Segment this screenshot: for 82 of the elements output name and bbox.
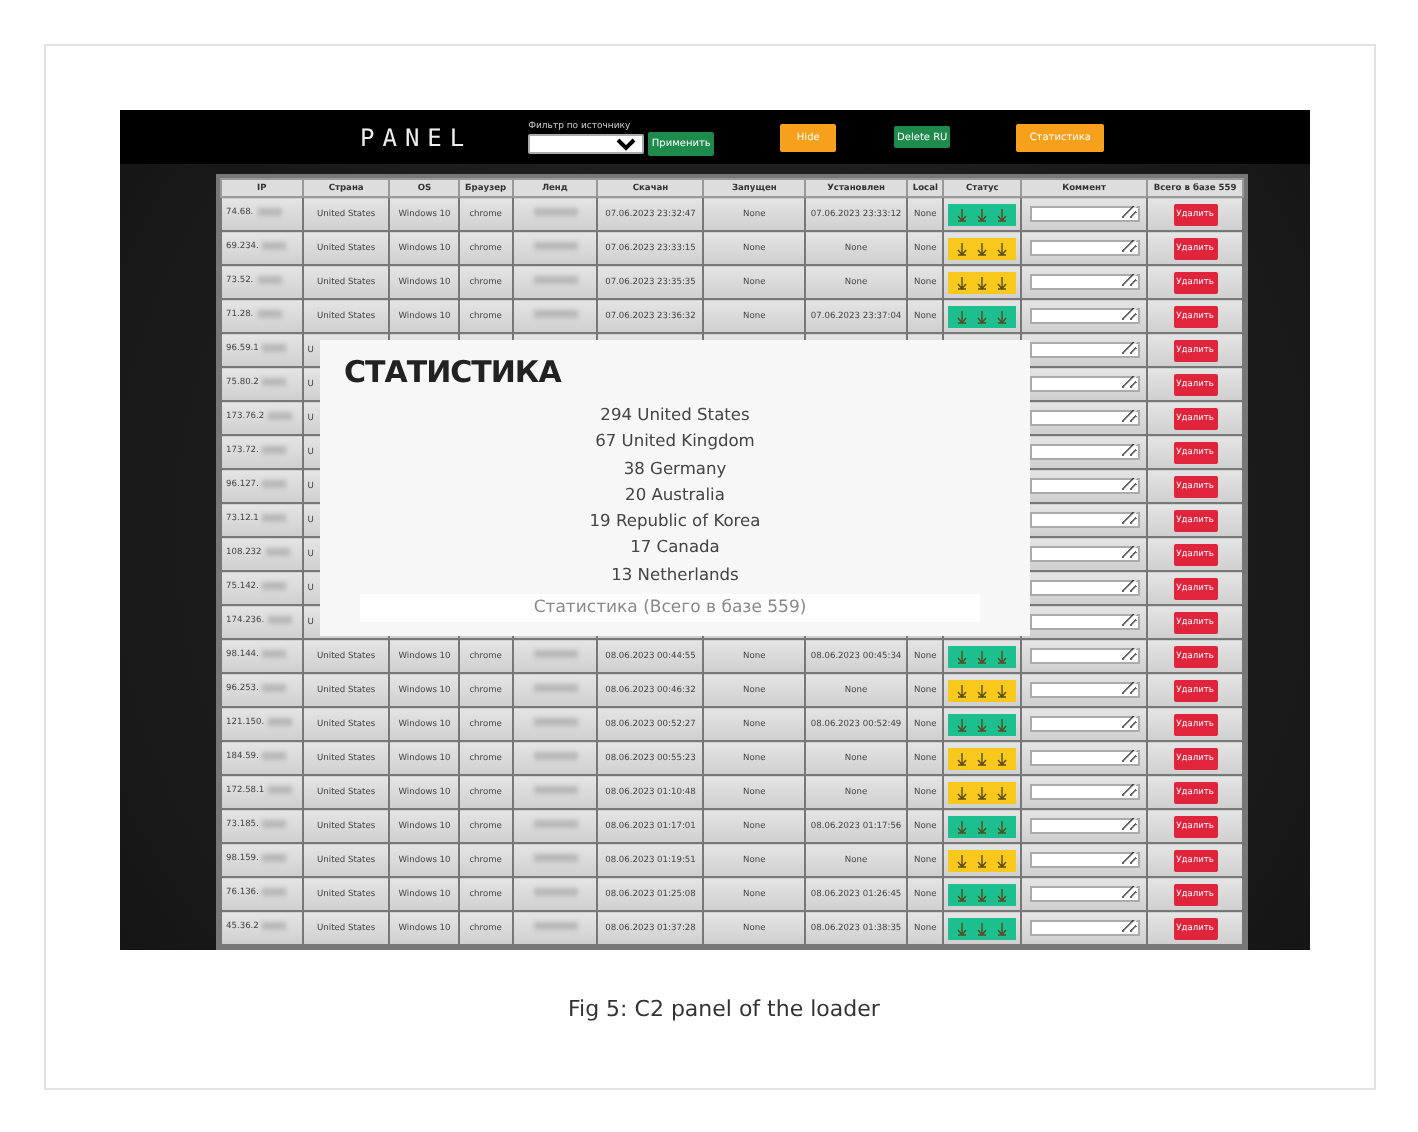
- down-arrows-icon: [956, 887, 1009, 901]
- down-arrows-icon: [956, 853, 1009, 867]
- filter-dropdown[interactable]: [528, 133, 645, 153]
- status-indicator[interactable]: [948, 713, 1017, 735]
- down-arrows-icon: [956, 309, 1009, 323]
- blur-mark: [262, 582, 287, 591]
- blur-mark: [257, 310, 282, 319]
- stat-line: 19 Republic of Korea: [589, 508, 761, 535]
- blur-mark: [262, 684, 287, 693]
- comment-field[interactable]: [1029, 716, 1140, 732]
- down-arrows-icon: [956, 207, 1009, 221]
- blur-mark: [268, 718, 293, 727]
- blur-mark: [257, 208, 282, 217]
- down-arrows-icon: [956, 921, 1009, 935]
- stat-line: 38 Germany: [623, 455, 727, 482]
- down-arrows-icon: [956, 717, 1009, 731]
- comment-field[interactable]: [1029, 240, 1140, 256]
- status-indicator[interactable]: [948, 815, 1017, 837]
- comment-field[interactable]: [1029, 410, 1140, 426]
- comment-field[interactable]: [1029, 852, 1140, 868]
- figure-caption: Fig 5: C2 panel of the loader: [568, 996, 880, 1022]
- blur-mark: [262, 446, 287, 455]
- down-arrows-icon: [956, 819, 1009, 833]
- comment-field[interactable]: [1029, 920, 1140, 936]
- status-indicator[interactable]: [948, 781, 1017, 803]
- comment-field[interactable]: [1029, 308, 1140, 324]
- blur-mark: [265, 548, 290, 557]
- comment-field[interactable]: [1029, 648, 1140, 664]
- comment-field[interactable]: [1029, 444, 1140, 460]
- down-arrows-icon: [956, 275, 1009, 289]
- status-indicator[interactable]: [948, 237, 1017, 259]
- comment-field[interactable]: [1029, 580, 1140, 596]
- stat-line: 67 United Kingdom: [595, 428, 755, 455]
- blur-mark: [262, 888, 287, 897]
- comment-field[interactable]: [1029, 206, 1140, 222]
- status-indicator[interactable]: [948, 645, 1017, 667]
- comment-field[interactable]: [1029, 750, 1140, 766]
- comment-field[interactable]: [1029, 682, 1140, 698]
- status-indicator[interactable]: [948, 747, 1017, 769]
- stat-line: 294 United States: [600, 402, 750, 428]
- stat-line: 20 Australia: [625, 481, 725, 508]
- comment-field[interactable]: [1029, 614, 1140, 630]
- down-arrows-icon: [956, 785, 1009, 799]
- comment-field[interactable]: [1029, 886, 1140, 902]
- blur-mark: [262, 820, 287, 829]
- status-indicator[interactable]: [948, 679, 1017, 701]
- status-indicator[interactable]: [948, 883, 1017, 905]
- comment-field[interactable]: [1029, 546, 1140, 562]
- status-indicator[interactable]: [948, 203, 1017, 225]
- logo: PANEL: [360, 123, 473, 151]
- comment-field[interactable]: [1029, 512, 1140, 528]
- blur-mark: [262, 752, 287, 761]
- blur-mark: [257, 276, 282, 285]
- blur-mark: [262, 344, 287, 353]
- stat-line: 13 Netherlands: [611, 561, 739, 588]
- comment-field[interactable]: [1029, 274, 1140, 290]
- comment-field[interactable]: [1029, 342, 1140, 358]
- blur-mark: [262, 922, 287, 931]
- comment-field[interactable]: [1029, 478, 1140, 494]
- status-indicator[interactable]: [948, 917, 1017, 939]
- blur-mark: [268, 786, 293, 795]
- down-arrows-icon: [956, 241, 1009, 255]
- down-arrows-icon: [956, 683, 1009, 697]
- down-arrows-icon: [956, 751, 1009, 765]
- comment-field[interactable]: [1029, 376, 1140, 392]
- blur-mark: [268, 412, 293, 421]
- blur-mark: [268, 616, 293, 625]
- modal-footer: Статистика (Всего в базе 559): [360, 594, 980, 623]
- status-indicator[interactable]: [948, 271, 1017, 293]
- status-indicator[interactable]: [948, 849, 1017, 871]
- blur-mark: [262, 242, 287, 251]
- modal-title: СТАТИСТИКА: [344, 354, 561, 390]
- comment-field[interactable]: [1029, 784, 1140, 800]
- stat-line: 17 Canada: [630, 534, 720, 561]
- status-indicator[interactable]: [948, 305, 1017, 327]
- blur-mark: [262, 480, 287, 489]
- blur-mark: [262, 650, 287, 659]
- down-arrows-icon: [956, 649, 1009, 663]
- blur-mark: [262, 854, 287, 863]
- comment-field[interactable]: [1029, 818, 1140, 834]
- blur-mark: [262, 514, 287, 523]
- blur-mark: [262, 378, 287, 387]
